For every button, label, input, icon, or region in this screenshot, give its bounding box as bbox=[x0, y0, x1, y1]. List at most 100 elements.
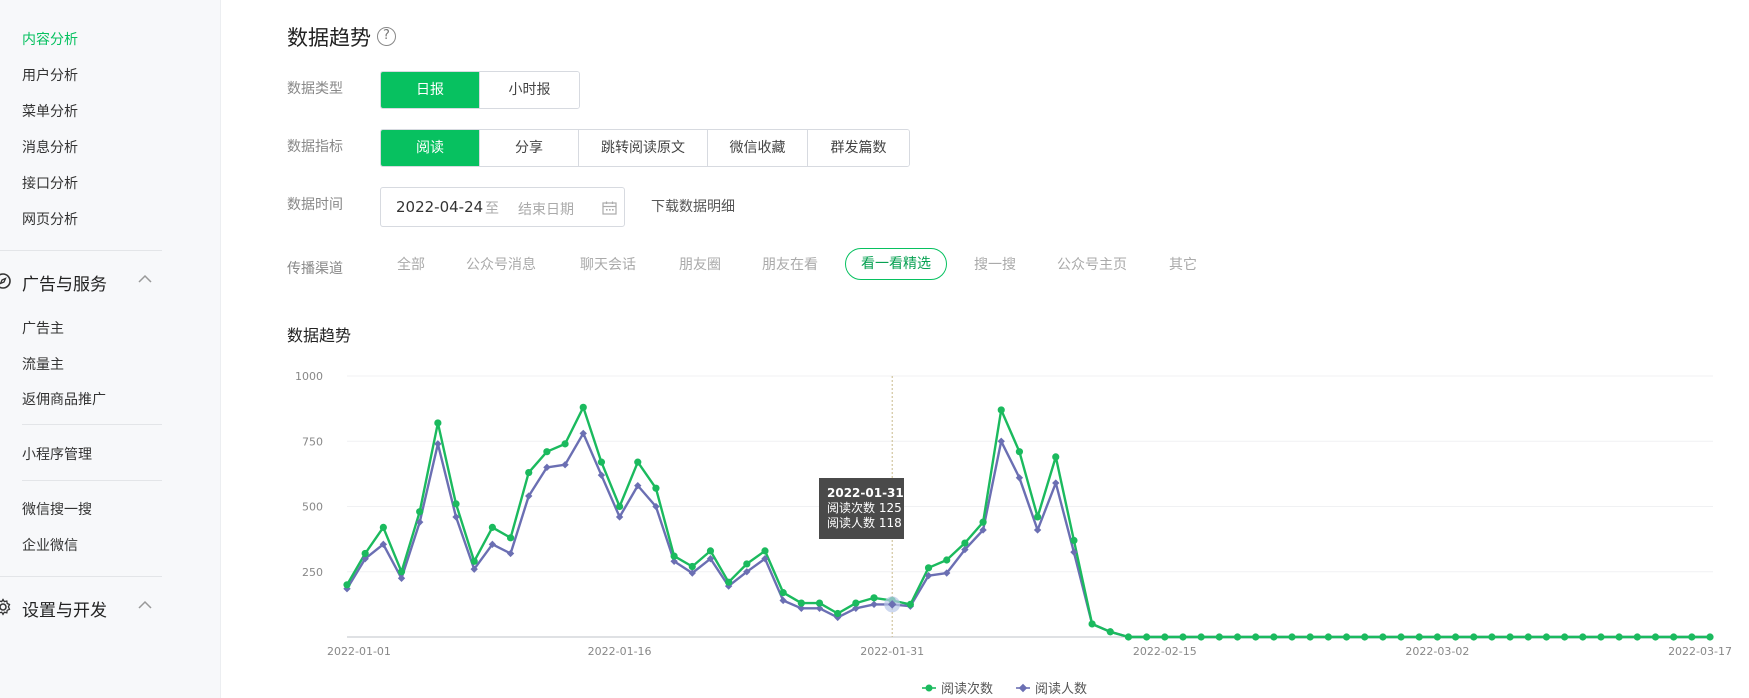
data-point-readers bbox=[597, 471, 606, 479]
data-point-read-count bbox=[1415, 633, 1423, 641]
data-point-read-count bbox=[743, 560, 751, 568]
data-point-read-count bbox=[834, 609, 842, 618]
data-point-read-count bbox=[670, 552, 678, 560]
data-point-read-count bbox=[1597, 633, 1605, 641]
data-point-read-count bbox=[688, 562, 696, 571]
data-point-read-count bbox=[1197, 633, 1205, 641]
series-line-readers bbox=[345, 432, 1710, 639]
data-point-read-count bbox=[815, 599, 824, 607]
data-point-read-count bbox=[1688, 633, 1696, 641]
data-point-read-count bbox=[979, 518, 987, 526]
data-point-read-count bbox=[452, 500, 460, 508]
data-point-read-count bbox=[1033, 513, 1042, 521]
data-point-read-count bbox=[1252, 633, 1260, 641]
data-point-read-count bbox=[1706, 633, 1714, 641]
data-point-read-count bbox=[997, 406, 1005, 414]
data-point-read-count bbox=[1451, 633, 1460, 641]
x-tick-label: 2022-01-31 bbox=[860, 645, 924, 658]
data-point-read-count bbox=[525, 468, 533, 477]
data-point-read-count bbox=[543, 448, 551, 456]
data-point-read-count bbox=[561, 440, 569, 448]
data-point-read-count bbox=[652, 484, 660, 492]
legend-label-readers: 阅读人数 bbox=[1035, 682, 1087, 697]
data-point-read-count bbox=[397, 568, 406, 576]
data-point-read-count bbox=[1579, 633, 1587, 641]
data-point-read-count bbox=[1233, 633, 1242, 641]
data-point-readers bbox=[997, 437, 1005, 445]
data-point-read-count bbox=[1070, 536, 1078, 545]
data-point-read-count bbox=[1161, 633, 1169, 641]
y-tick-label: 500 bbox=[302, 501, 323, 514]
data-point-read-count bbox=[1288, 633, 1296, 641]
chart-points[interactable] bbox=[343, 403, 1714, 641]
x-tick-label: 2022-03-02 bbox=[1405, 645, 1469, 658]
data-point-read-count bbox=[1470, 633, 1478, 641]
data-point-read-count bbox=[343, 581, 351, 589]
chart-tooltip: 2022-01-31 阅读次数 125 阅读人数 118 bbox=[819, 478, 904, 539]
legend-item-read-count[interactable]: 阅读次数 bbox=[922, 681, 993, 697]
data-point-read-count bbox=[597, 458, 606, 466]
tooltip-line-1: 阅读次数 125 bbox=[827, 500, 902, 515]
x-tick-label: 2022-01-01 bbox=[327, 645, 391, 658]
data-point-read-count bbox=[1651, 633, 1660, 641]
data-point-read-count bbox=[1524, 633, 1532, 641]
data-point-readers bbox=[1052, 479, 1060, 487]
data-point-read-count bbox=[1506, 633, 1514, 641]
data-point-read-count bbox=[434, 419, 442, 427]
data-point-read-count bbox=[1633, 633, 1641, 641]
series-line-read-count bbox=[345, 406, 1710, 639]
data-point-read-count bbox=[379, 523, 387, 531]
data-point-read-count bbox=[943, 556, 951, 564]
data-point-readers bbox=[779, 596, 787, 605]
tooltip-date: 2022-01-31 bbox=[827, 486, 904, 500]
data-point-read-count bbox=[906, 600, 914, 608]
data-point-read-count bbox=[1397, 633, 1405, 641]
data-point-read-count bbox=[1670, 633, 1678, 641]
data-point-read-count bbox=[416, 508, 424, 516]
data-point-read-count bbox=[1143, 633, 1151, 641]
tooltip-line-2: 阅读人数 118 bbox=[827, 515, 902, 530]
legend-marker-read-count bbox=[925, 684, 933, 692]
data-point-read-count bbox=[1179, 633, 1187, 641]
data-point-read-count bbox=[870, 594, 878, 602]
data-point-read-count bbox=[761, 547, 769, 555]
chart-lines bbox=[345, 406, 1710, 639]
data-point-read-count bbox=[1542, 633, 1551, 641]
data-point-read-count bbox=[852, 599, 860, 607]
data-point-readers bbox=[870, 600, 878, 609]
data-point-read-count bbox=[1379, 633, 1387, 641]
data-point-read-count bbox=[797, 599, 805, 607]
data-point-read-count bbox=[361, 549, 369, 558]
x-tick-label: 2022-02-15 bbox=[1133, 645, 1197, 658]
data-point-read-count bbox=[488, 523, 496, 531]
data-point-read-count bbox=[1270, 633, 1278, 641]
trend-chart: 250 500 750 1000 2022-01-01 2022-01-16 2022-01… bbox=[295, 370, 1732, 697]
data-point-read-count bbox=[1088, 620, 1096, 628]
data-point-read-count bbox=[579, 403, 587, 411]
data-point-readers bbox=[1033, 526, 1042, 534]
data-point-read-count bbox=[1215, 633, 1223, 641]
data-point-read-count bbox=[1433, 633, 1441, 641]
data-point-read-count bbox=[634, 458, 642, 466]
data-point-read-count bbox=[706, 547, 715, 555]
data-point-read-count bbox=[779, 589, 787, 597]
data-point-read-count bbox=[1306, 633, 1314, 641]
data-point-read-count bbox=[1124, 633, 1133, 641]
data-point-read-count bbox=[1342, 633, 1351, 641]
x-tick-label: 2022-01-16 bbox=[588, 645, 652, 658]
data-point-read-count bbox=[1052, 453, 1060, 461]
data-point-read-count bbox=[1488, 633, 1496, 641]
data-point-read-count bbox=[961, 539, 969, 547]
data-point-read-count bbox=[470, 557, 478, 565]
legend-marker-readers bbox=[1018, 683, 1028, 693]
y-tick-label: 750 bbox=[302, 435, 323, 448]
data-point-read-count bbox=[1324, 633, 1332, 641]
y-tick-label: 250 bbox=[302, 566, 323, 579]
x-tick-label: 2022-03-17 bbox=[1668, 645, 1732, 658]
chart-ticks: 250 500 750 1000 2022-01-01 2022-01-16 2022-01… bbox=[295, 370, 1732, 658]
data-point-read-count bbox=[1561, 633, 1569, 641]
legend-item-readers[interactable]: 阅读人数 bbox=[1016, 682, 1087, 697]
y-tick-label: 1000 bbox=[295, 370, 323, 383]
data-point-read-count bbox=[1106, 628, 1114, 636]
data-point-read-count bbox=[1361, 633, 1369, 641]
